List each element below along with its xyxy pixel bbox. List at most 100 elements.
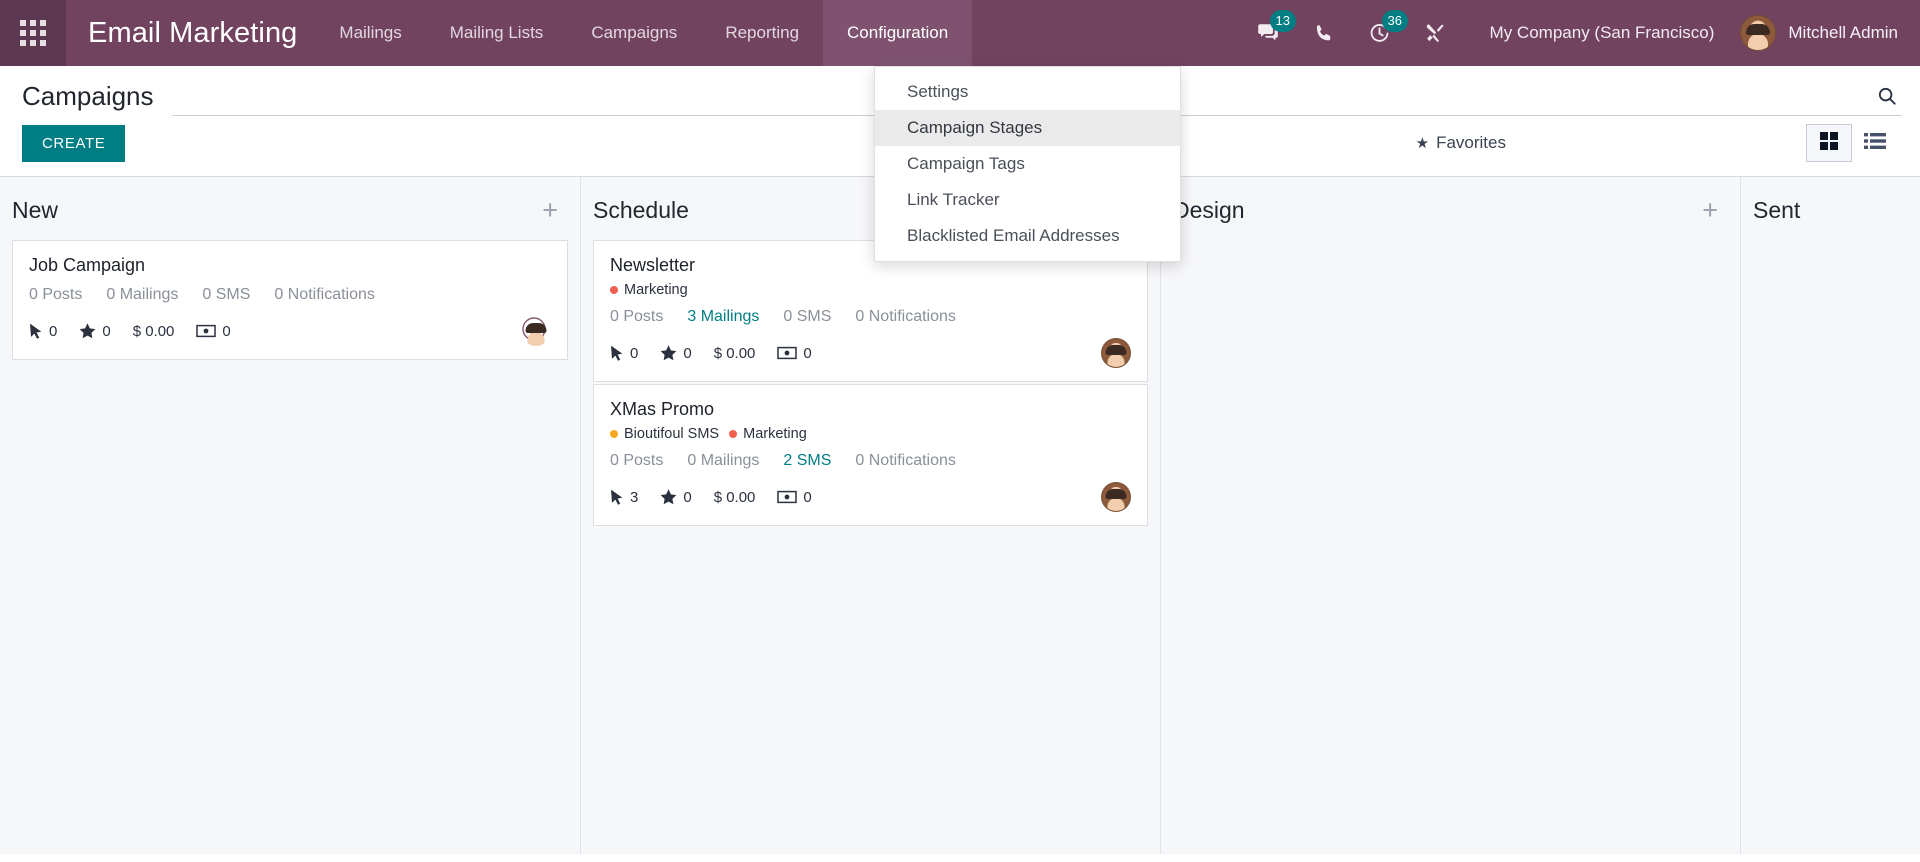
nav-item-reporting[interactable]: Reporting bbox=[701, 0, 823, 66]
favorites-dropdown[interactable]: ★ Favorites bbox=[1416, 133, 1506, 153]
kanban-column-schedule: Schedule + Newsletter Marketing 0 Posts … bbox=[580, 177, 1160, 854]
stat-leads-value: 0 bbox=[683, 344, 692, 362]
stat-leads-value: 0 bbox=[683, 488, 692, 506]
grid-icon bbox=[1819, 131, 1839, 156]
user-avatar[interactable] bbox=[1101, 482, 1131, 512]
user-name-label: Mitchell Admin bbox=[1788, 23, 1898, 42]
card-counts: 0 Posts 0 Mailings 0 SMS 0 Notifications bbox=[29, 286, 551, 304]
count-notifications[interactable]: 0 Notifications bbox=[855, 452, 956, 470]
top-navbar: Email Marketing Mailings Mailing Lists C… bbox=[0, 0, 1920, 66]
create-button[interactable]: CREATE bbox=[22, 124, 126, 162]
company-switcher[interactable]: My Company (San Francisco) bbox=[1464, 23, 1733, 43]
view-switcher bbox=[1806, 124, 1898, 162]
count-notifications[interactable]: 0 Notifications bbox=[855, 308, 956, 326]
nav-item-mailing-lists[interactable]: Mailing Lists bbox=[426, 0, 568, 66]
app-brand-title: Email Marketing bbox=[88, 16, 298, 49]
list-icon bbox=[1864, 132, 1886, 155]
star-icon bbox=[79, 323, 102, 339]
stat-clicks: 0 bbox=[610, 345, 638, 362]
page-title: Campaigns bbox=[22, 81, 154, 111]
add-card-button[interactable]: + bbox=[542, 197, 558, 224]
activities-button[interactable]: 36 bbox=[1352, 0, 1409, 66]
cursor-arrow-icon bbox=[610, 345, 630, 362]
nav-item-configuration[interactable]: Configuration bbox=[823, 0, 973, 66]
list-view-button[interactable] bbox=[1852, 124, 1898, 162]
developer-tools-button[interactable] bbox=[1408, 0, 1464, 66]
count-sms[interactable]: 0 SMS bbox=[202, 286, 250, 304]
banknote-icon bbox=[777, 490, 803, 504]
wrench-tools-icon bbox=[1424, 22, 1447, 45]
stat-leads: 0 bbox=[660, 488, 692, 506]
banknote-icon bbox=[196, 324, 222, 338]
banknote-icon bbox=[777, 346, 803, 360]
menu-item-blacklisted-email-addresses[interactable]: Blacklisted Email Addresses bbox=[875, 218, 1180, 254]
stat-clicks: 3 bbox=[610, 489, 638, 506]
smiley-placeholder-icon[interactable] bbox=[521, 316, 551, 346]
tag-label: Bioutifoul SMS bbox=[624, 426, 720, 442]
card-footer: 0 0 $ 0.00 0 bbox=[29, 316, 551, 346]
configuration-dropdown-menu: Settings Campaign Stages Campaign Tags L… bbox=[874, 66, 1181, 262]
card-tags: Bioutifoul SMS Marketing bbox=[610, 426, 1131, 442]
kanban-column-sent: Sent bbox=[1740, 177, 1920, 854]
cursor-arrow-icon bbox=[610, 489, 630, 506]
menu-item-campaign-tags[interactable]: Campaign Tags bbox=[875, 146, 1180, 182]
stat-revenue: $ 0.00 bbox=[133, 323, 175, 340]
count-mailings[interactable]: 0 Mailings bbox=[687, 452, 759, 470]
search-icon[interactable] bbox=[1876, 85, 1898, 112]
apps-grid-icon bbox=[20, 20, 46, 46]
stat-invoiced-value: 0 bbox=[222, 322, 231, 340]
star-icon bbox=[660, 489, 683, 505]
kanban-column-header: Sent bbox=[1753, 177, 1920, 240]
add-card-button[interactable]: + bbox=[1702, 197, 1718, 224]
tag-marketing[interactable]: Marketing bbox=[729, 426, 807, 442]
stat-invoiced: 0 bbox=[777, 488, 812, 506]
tag-label: Marketing bbox=[624, 282, 688, 298]
favorites-label: Favorites bbox=[1436, 133, 1506, 152]
card-footer: 0 0 $ 0.00 0 bbox=[610, 338, 1131, 368]
tag-bioutifoul-sms[interactable]: Bioutifoul SMS bbox=[610, 426, 719, 442]
kanban-column-title: Design bbox=[1173, 197, 1245, 223]
count-sms[interactable]: 0 SMS bbox=[783, 308, 831, 326]
count-sms[interactable]: 2 SMS bbox=[783, 452, 831, 470]
user-menu-button[interactable]: Mitchell Admin bbox=[1732, 15, 1898, 51]
navbar-menu: Mailings Mailing Lists Campaigns Reporti… bbox=[315, 0, 973, 66]
voip-phone-button[interactable] bbox=[1296, 0, 1352, 66]
kanban-column-title: New bbox=[12, 197, 59, 223]
nav-item-mailings[interactable]: Mailings bbox=[315, 0, 425, 66]
star-icon bbox=[660, 345, 683, 361]
tag-marketing[interactable]: Marketing bbox=[610, 282, 688, 298]
card-footer: 3 0 $ 0.00 0 bbox=[610, 482, 1131, 512]
tag-label: Marketing bbox=[743, 426, 807, 442]
count-posts[interactable]: 0 Posts bbox=[610, 308, 663, 326]
apps-menu-button[interactable] bbox=[0, 0, 66, 66]
nav-item-campaigns[interactable]: Campaigns bbox=[567, 0, 701, 66]
stat-invoiced-value: 0 bbox=[803, 344, 812, 362]
stat-clicks-value: 0 bbox=[630, 344, 639, 362]
menu-item-link-tracker[interactable]: Link Tracker bbox=[875, 182, 1180, 218]
kanban-card-job-campaign[interactable]: Job Campaign 0 Posts 0 Mailings 0 SMS 0 … bbox=[12, 240, 568, 360]
stat-revenue-value: $ 0.00 bbox=[132, 322, 175, 340]
star-icon: ★ bbox=[1415, 135, 1430, 152]
stat-invoiced: 0 bbox=[777, 344, 812, 362]
count-mailings[interactable]: 0 Mailings bbox=[106, 286, 178, 304]
count-mailings[interactable]: 3 Mailings bbox=[687, 308, 759, 326]
menu-item-settings[interactable]: Settings bbox=[875, 74, 1180, 110]
menu-item-campaign-stages[interactable]: Campaign Stages bbox=[875, 110, 1180, 146]
stat-revenue: $ 0.00 bbox=[714, 489, 756, 506]
phone-icon bbox=[1313, 23, 1334, 44]
user-avatar[interactable] bbox=[1101, 338, 1131, 368]
count-notifications[interactable]: 0 Notifications bbox=[274, 286, 375, 304]
tag-color-dot bbox=[729, 430, 738, 438]
stat-invoiced-value: 0 bbox=[803, 488, 812, 506]
card-title: Job Campaign bbox=[29, 255, 146, 275]
count-posts[interactable]: 0 Posts bbox=[29, 286, 82, 304]
messages-button[interactable]: 13 bbox=[1240, 0, 1297, 66]
kanban-column-title: Schedule bbox=[593, 197, 689, 223]
kanban-card-xmas-promo[interactable]: XMas Promo Bioutifoul SMS Marketing 0 Po… bbox=[593, 384, 1148, 526]
kanban-column-header: Design + bbox=[1173, 177, 1728, 240]
kanban-column-design: Design + bbox=[1160, 177, 1740, 854]
kanban-view-button[interactable] bbox=[1806, 124, 1852, 162]
stat-invoiced: 0 bbox=[196, 322, 231, 340]
stat-leads-value: 0 bbox=[102, 322, 111, 340]
count-posts[interactable]: 0 Posts bbox=[610, 452, 663, 470]
